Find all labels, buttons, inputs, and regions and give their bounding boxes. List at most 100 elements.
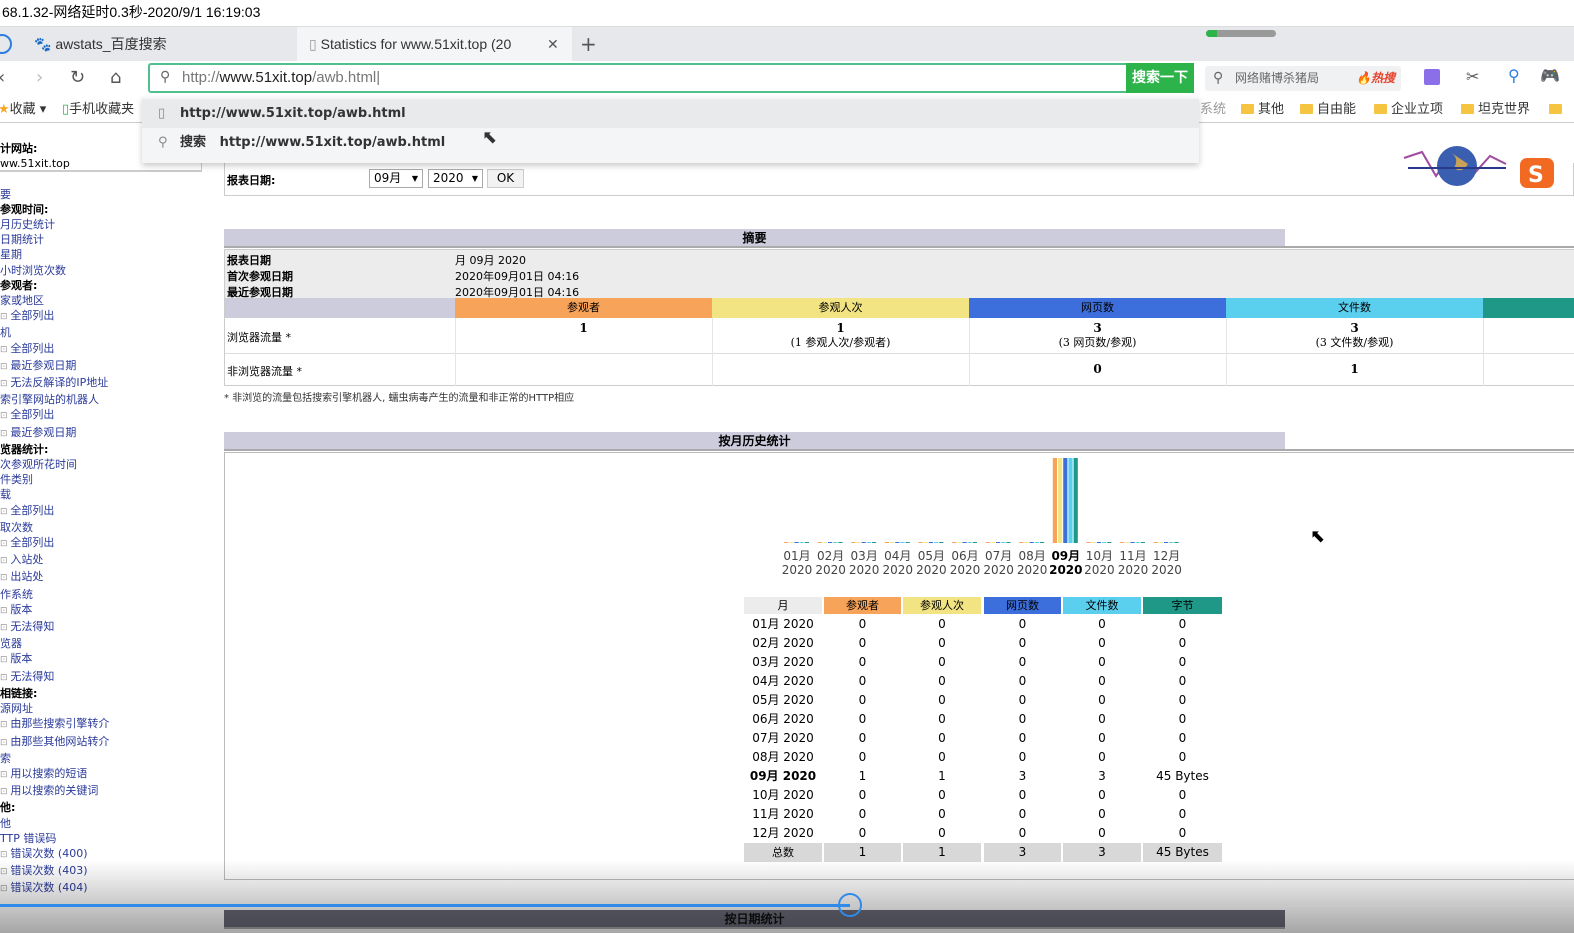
suggestion-item[interactable]: ⚲ 搜索 http://www.51xit.top/awb.html	[142, 128, 1199, 157]
sidebar-link[interactable]: 月历史统计	[0, 217, 220, 232]
bookmark-mobile[interactable]: ▯手机收藏夹	[62, 97, 134, 123]
sidebar-link[interactable]: 最近参观日期	[0, 358, 220, 375]
sidebar-link[interactable]: 览器	[0, 636, 220, 651]
sidebar-link[interactable]: 错误次数 (404)	[0, 880, 220, 897]
forward-icon[interactable]: ›	[36, 67, 43, 88]
summary-key: 报表日期	[227, 254, 271, 267]
sidebar-link[interactable]: 他	[0, 816, 220, 831]
sidebar-link[interactable]: 件类别	[0, 472, 220, 487]
page-icon: ▯	[309, 36, 317, 52]
sidebar-link[interactable]: 小时浏览次数	[0, 263, 220, 278]
sidebar-link[interactable]: 索引擎网站的机器人	[0, 392, 220, 407]
game-icon[interactable]: 🎮	[1540, 66, 1560, 85]
year-select[interactable]: 2020 ▼	[428, 169, 483, 188]
bar-网页数	[1096, 542, 1101, 543]
summary-column-headers: 参观者 参观人次 网页数 文件数	[225, 298, 1574, 318]
sidebar-link[interactable]: 全部列出	[0, 308, 220, 325]
sidebar-link[interactable]: TTP 错误码	[0, 831, 220, 846]
table-cell: 07月 2020	[752, 731, 814, 745]
suggestion-item[interactable]: ▯ http://www.51xit.top/awb.html	[142, 99, 1199, 128]
year-name: 2020	[1084, 563, 1115, 577]
sidebar-link[interactable]: 错误次数 (400)	[0, 846, 220, 863]
bookmark-folder[interactable]: 坦克世界	[1461, 97, 1530, 123]
translate-icon[interactable]	[1424, 69, 1440, 85]
table-cell: 0	[1018, 674, 1027, 688]
sidebar-link[interactable]: 全部列出	[0, 407, 220, 424]
bar-文件数	[1001, 542, 1006, 543]
bar-参观者	[985, 542, 990, 543]
month-name: 02月	[816, 549, 845, 563]
sidebar-link[interactable]: 家或地区	[0, 293, 220, 308]
month-select[interactable]: 09月 ▼	[369, 169, 423, 188]
monthly-history-panel: 01月 2020 02月 2020 03月 2020 04月 2020 05月 2020 06月 20…	[224, 452, 1574, 880]
tab-statistics[interactable]: ▯ Statistics for www.51xit.top (20 ✕	[297, 27, 572, 62]
tab-baidu[interactable]: 🐾 awstats_百度搜索	[28, 27, 296, 62]
bookmark-folder[interactable]	[1549, 97, 1566, 123]
sidebar-section-heading: 相链接:	[0, 686, 38, 700]
bookmark-folder[interactable]: 自由能	[1300, 97, 1356, 123]
bar-参观者	[1120, 542, 1125, 543]
sidebar-link[interactable]: 次参观所花时间	[0, 457, 220, 472]
close-tab-icon[interactable]: ✕	[547, 27, 559, 62]
scissors-icon[interactable]: ✂	[1466, 67, 1479, 86]
table-cell: 0	[1018, 826, 1027, 840]
sidebar-link[interactable]: 无法得知	[0, 669, 220, 686]
address-bar[interactable]: ⚲ http://www.51xit.top/awb.html| 搜索一下	[148, 63, 1194, 93]
month-label: 09月 2020	[1048, 549, 1084, 577]
summary-cell: 3 (3 网页数/参观)	[969, 321, 1226, 350]
sidebar-link[interactable]: 源网址	[0, 701, 220, 716]
sidebar-link[interactable]: 错误次数 (403)	[0, 863, 220, 880]
bar-字节	[1073, 458, 1078, 543]
sidebar-section-heading: 参观时间:	[0, 202, 49, 216]
bar-文件数	[1068, 458, 1073, 543]
table-total-cell: 3	[984, 843, 1061, 862]
mouse-cursor-icon: ⬉	[482, 127, 498, 148]
sidebar-link[interactable]: 全部列出	[0, 535, 220, 552]
summary-cell: 0	[969, 362, 1226, 377]
sidebar-link[interactable]: 机	[0, 325, 220, 340]
sidebar-link[interactable]: 版本	[0, 602, 220, 619]
side-search-box[interactable]: ⚲ 网络赌博杀猪局 🔥热搜	[1205, 66, 1401, 91]
year-name: 2020	[1117, 563, 1149, 577]
sidebar-link[interactable]: 作系统	[0, 587, 220, 602]
video-progress-knob[interactable]	[837, 893, 862, 917]
video-progress-bar[interactable]	[0, 893, 1574, 917]
sidebar-link[interactable]: 用以搜索的关键词	[0, 783, 220, 800]
month-name: 08月	[1018, 549, 1046, 563]
address-input[interactable]: http://www.51xit.top/awb.html|	[182, 69, 380, 86]
sidebar-link[interactable]: 由那些其他网站转介	[0, 734, 220, 751]
sidebar-link[interactable]: 星期	[0, 247, 220, 262]
sidebar-link[interactable]: 无法得知	[0, 619, 220, 636]
sidebar-link[interactable]: 全部列出	[0, 503, 220, 520]
sidebar-link[interactable]: 无法反解译的IP地址	[0, 375, 220, 392]
sidebar-link[interactable]: 出站处	[0, 569, 220, 586]
table-cell: 0	[1178, 788, 1187, 802]
magnifier-icon[interactable]: ⚲	[1508, 66, 1520, 85]
bookmark-partial[interactable]: 系统	[1200, 97, 1226, 123]
bookmark-folder[interactable]: 其他	[1241, 97, 1284, 123]
sidebar-link[interactable]: 由那些搜索引擎转介	[0, 716, 220, 733]
sidebar-link[interactable]: 索	[0, 751, 220, 766]
ok-button[interactable]: OK	[487, 169, 524, 188]
sidebar-link[interactable]: 最近参观日期	[0, 425, 220, 442]
bar-参观人次	[789, 542, 794, 543]
sidebar-link[interactable]: 入站处	[0, 552, 220, 569]
new-tab-button[interactable]: +	[580, 27, 597, 62]
search-button[interactable]: 搜索一下	[1126, 63, 1194, 93]
bookmark-folder[interactable]: 企业立项	[1374, 97, 1443, 123]
sidebar-link[interactable]: 版本	[0, 651, 220, 668]
sidebar-link[interactable]: 全部列出	[0, 341, 220, 358]
hot-search-link[interactable]: 🔥热搜	[1356, 66, 1395, 91]
reload-icon[interactable]: ↻	[70, 67, 85, 88]
sidebar-link[interactable]: 日期统计	[0, 232, 220, 247]
sidebar-link[interactable]: 载	[0, 487, 220, 502]
table-total-cell: 3	[1063, 843, 1141, 862]
back-icon[interactable]: ‹	[0, 67, 5, 88]
bookmark-favorites[interactable]: ★收藏 ▾	[0, 97, 46, 123]
sidebar-link[interactable]: 用以搜索的短语	[0, 766, 220, 783]
sidebar-link[interactable]: 取次数	[0, 520, 220, 535]
sidebar-section-heading: 他:	[0, 801, 16, 815]
sidebar-link[interactable]: 要	[0, 187, 220, 202]
table-cell: 06月 2020	[752, 712, 814, 726]
home-icon[interactable]: ⌂	[110, 67, 121, 88]
